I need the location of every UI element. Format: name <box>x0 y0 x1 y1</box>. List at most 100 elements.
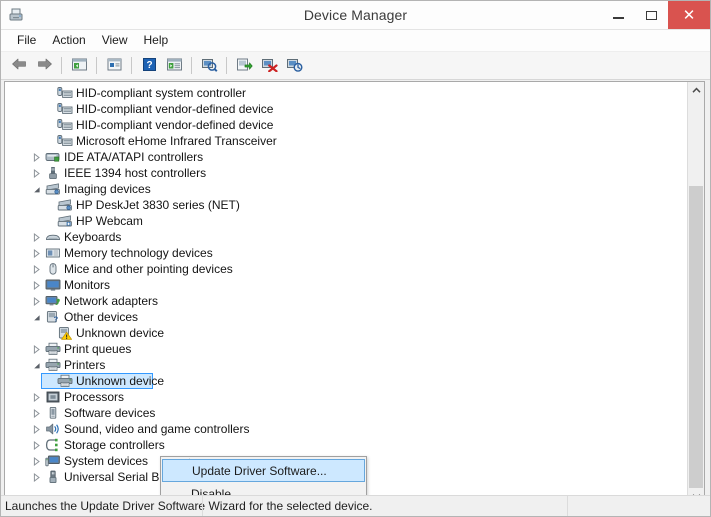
tree-row[interactable]: HID-compliant vendor-defined device <box>5 117 687 133</box>
tree-row[interactable]: Memory technology devices <box>5 245 687 261</box>
tree-row-label: Other devices <box>64 310 139 324</box>
tree-row-label: Sound, video and game controllers <box>64 422 250 436</box>
scrollbar-thumb[interactable] <box>689 186 703 491</box>
context-menu-items: Update Driver Software...DisableUninstal… <box>161 459 366 495</box>
tree-row[interactable]: Storage controllers <box>5 437 687 453</box>
menu-view[interactable]: View <box>94 31 136 50</box>
tree-row[interactable]: Software devices <box>5 405 687 421</box>
expand-arrow-icon[interactable] <box>29 341 44 357</box>
toolbar-console-tree-button[interactable] <box>67 54 91 77</box>
tree-row-label: HP DeskJet 3830 series (NET) <box>76 198 240 212</box>
tree-row[interactable]: HP DeskJet 3830 series (NET) <box>5 197 687 213</box>
tree-row[interactable]: Print queues <box>5 341 687 357</box>
tree-row[interactable]: Sound, video and game controllers <box>5 421 687 437</box>
menu-file[interactable]: File <box>9 31 44 50</box>
expand-arrow-icon[interactable] <box>29 277 44 293</box>
device-tree[interactable]: HID-compliant system controller HID-compl… <box>5 82 687 495</box>
status-bar-cell-3 <box>567 496 710 516</box>
ctx-update-driver-software[interactable]: Update Driver Software... <box>162 459 365 482</box>
svg-text:?: ? <box>53 315 58 324</box>
toolbar-disable-button[interactable] <box>282 54 306 77</box>
menu-action[interactable]: Action <box>44 31 93 50</box>
unknown-device-warning-icon <box>56 325 73 341</box>
tree-row-label: Print queues <box>64 342 132 356</box>
tree-row[interactable]: Unknown device <box>5 373 687 389</box>
expand-arrow-icon[interactable] <box>29 229 44 245</box>
tree-row-label: HID-compliant vendor-defined device <box>76 118 274 132</box>
scan-for-hardware-changes-icon <box>201 57 218 75</box>
expand-arrow-icon[interactable] <box>29 453 44 469</box>
status-bar-text: Launches the Update Driver Software Wiza… <box>5 499 373 513</box>
tree-row[interactable]: IDE ATA/ATAPI controllers <box>5 149 687 165</box>
scroll-down-button[interactable] <box>688 488 704 495</box>
tree-row[interactable]: Mice and other pointing devices <box>5 261 687 277</box>
title-bar: Device Manager ✕ <box>1 1 710 30</box>
expand-arrow-icon[interactable] <box>29 437 44 453</box>
toolbar-view-button[interactable] <box>162 54 186 77</box>
tree-row-label: HP Webcam <box>76 214 143 228</box>
tree-row[interactable]: IEEE 1394 host controllers <box>5 165 687 181</box>
expand-arrow-icon[interactable] <box>29 245 44 261</box>
tree-row-label: Monitors <box>64 278 111 292</box>
toolbar-uninstall-button[interactable] <box>257 54 281 77</box>
help-icon: ? <box>141 57 158 75</box>
tree-row[interactable]: Microsoft eHome Infrared Transceiver <box>5 133 687 149</box>
expand-arrow-icon[interactable] <box>29 293 44 309</box>
update-driver-software-icon <box>236 57 253 75</box>
tree-row[interactable]: HID-compliant vendor-defined device <box>5 101 687 117</box>
expand-arrow-icon[interactable] <box>29 405 44 421</box>
tree-row[interactable]: Imaging devices <box>5 181 687 197</box>
tree-row[interactable]: ? Other devices <box>5 309 687 325</box>
expand-arrow-icon[interactable] <box>29 149 44 165</box>
expand-arrow-icon[interactable] <box>29 421 44 437</box>
close-icon: ✕ <box>682 6 696 24</box>
scroll-up-button[interactable] <box>688 82 704 99</box>
expand-arrow-icon[interactable] <box>29 469 44 485</box>
expand-arrow-icon[interactable] <box>29 165 44 181</box>
svg-text:?: ? <box>146 60 152 71</box>
collapse-arrow-icon[interactable] <box>29 181 44 197</box>
show-hide-console-tree-icon <box>71 57 88 75</box>
collapse-arrow-icon[interactable] <box>29 309 44 325</box>
collapse-arrow-icon[interactable] <box>29 357 44 373</box>
tree-row-label: Mice and other pointing devices <box>64 262 233 276</box>
hid-device-icon <box>56 117 73 133</box>
tree-row[interactable]: Keyboards <box>5 229 687 245</box>
network-adapter-icon <box>44 293 61 309</box>
storage-controller-icon <box>44 437 61 453</box>
tree-row[interactable]: HID-compliant system controller <box>5 85 687 101</box>
toolbar-properties-button[interactable] <box>102 54 126 77</box>
context-menu[interactable]: Update Driver Software...DisableUninstal… <box>160 456 367 495</box>
tree-row[interactable]: Printers <box>5 357 687 373</box>
ctx-disable[interactable]: Disable <box>161 482 366 495</box>
close-button[interactable]: ✕ <box>668 1 710 29</box>
toolbar-update-driver-button[interactable] <box>232 54 256 77</box>
toolbar-separator-1 <box>61 57 62 74</box>
toolbar-help-button[interactable]: ? <box>137 54 161 77</box>
other-device-icon: ? <box>44 309 61 325</box>
tree-row[interactable]: HP Webcam <box>5 213 687 229</box>
toolbar-scan-hardware-button[interactable] <box>197 54 221 77</box>
content-area: HID-compliant system controller HID-compl… <box>1 80 710 495</box>
expand-arrow-icon[interactable] <box>29 261 44 277</box>
toolbar-forward-button[interactable] <box>32 54 56 77</box>
toolbar-back-button[interactable] <box>7 54 31 77</box>
vertical-scrollbar[interactable] <box>687 82 704 495</box>
ide-controller-icon <box>44 149 61 165</box>
toolbar-separator-4 <box>191 57 192 74</box>
tree-row[interactable]: Unknown device <box>5 325 687 341</box>
tree-row[interactable]: Monitors <box>5 277 687 293</box>
tree-row[interactable]: Network adapters <box>5 293 687 309</box>
usb-controller-icon <box>44 469 61 485</box>
toolbar-separator-2 <box>96 57 97 74</box>
maximize-button[interactable] <box>635 1 668 29</box>
expand-arrow-icon[interactable] <box>29 389 44 405</box>
tree-row[interactable]: Processors <box>5 389 687 405</box>
menu-help[interactable]: Help <box>136 31 177 50</box>
minimize-button[interactable] <box>602 1 635 29</box>
minimize-icon <box>613 16 624 19</box>
